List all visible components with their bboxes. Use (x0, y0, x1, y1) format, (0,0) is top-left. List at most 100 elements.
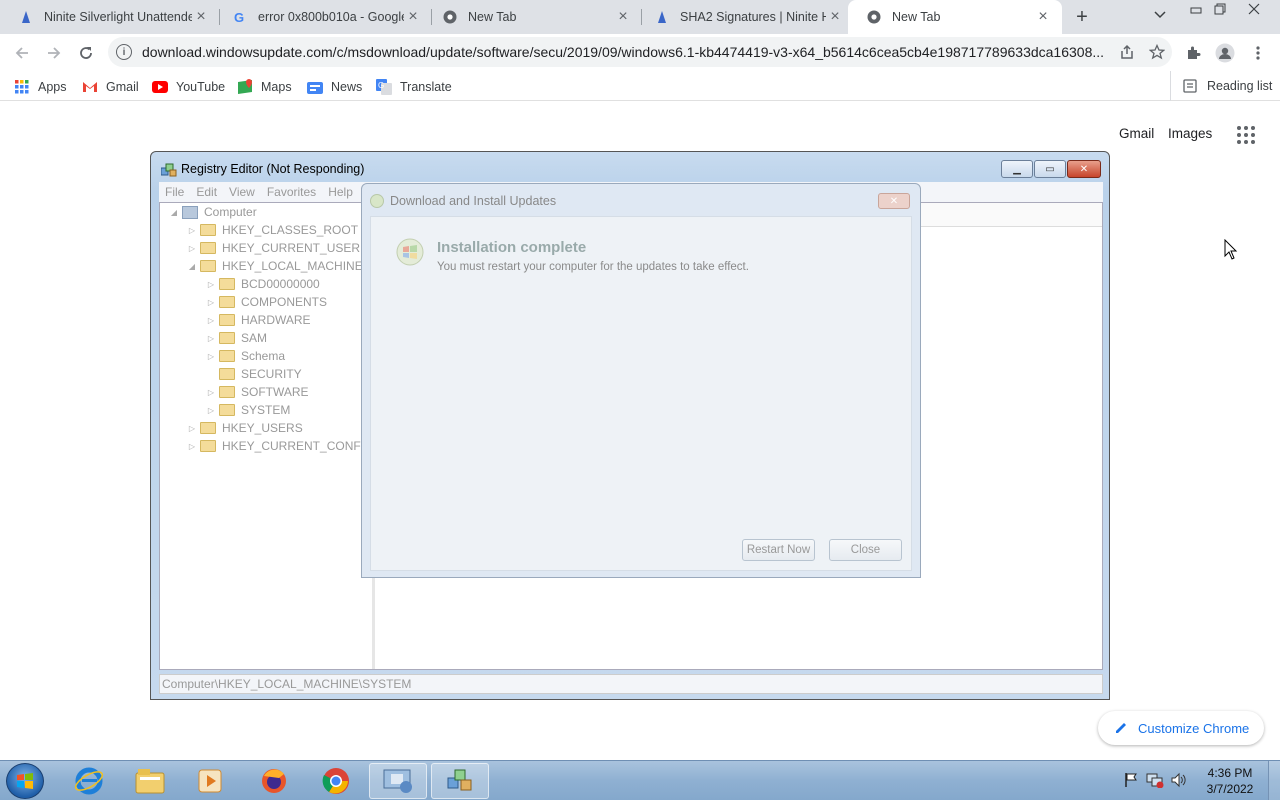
tree-node-bcd[interactable]: ▷ BCD00000000 (205, 275, 320, 293)
tree-node-computer[interactable]: ◢ Computer (168, 203, 257, 221)
images-link[interactable]: Images (1168, 126, 1212, 141)
folder-icon (219, 386, 235, 398)
restore-icon[interactable] (1206, 0, 1234, 18)
browser-toolbar: i download.windowsupdate.com/c/msdownloa… (0, 34, 1280, 71)
minimize-icon[interactable]: ▁ (1001, 160, 1033, 178)
install-updates-dialog[interactable]: Download and Install Updates ✕ Installat… (361, 183, 921, 578)
media-player-icon[interactable] (181, 763, 239, 799)
tree-node-hardware[interactable]: ▷ HARDWARE (205, 311, 311, 329)
registry-tree[interactable]: ◢ Computer ▷ HKEY_CLASSES_ROOT ▷ HKEY_CURRE… (160, 203, 375, 669)
menu-help[interactable]: Help (322, 185, 359, 199)
bookmark-apps[interactable]: Apps (14, 76, 67, 98)
gmail-link[interactable]: Gmail (1119, 126, 1154, 141)
bookmark-label: News (331, 80, 363, 94)
tree-node-hklm[interactable]: ◢ HKEY_LOCAL_MACHINE (186, 257, 363, 275)
tree-node-components[interactable]: ▷ COMPONENTS (205, 293, 327, 311)
folder-icon (219, 332, 235, 344)
maximize-icon[interactable]: ▭ (1034, 160, 1066, 178)
volume-icon[interactable] (1169, 769, 1189, 791)
tab-sha2-signatures[interactable]: SHA2 Signatures | Ninite He × (636, 0, 854, 34)
google-icon: G (232, 9, 248, 25)
show-desktop-button[interactable] (1268, 761, 1280, 800)
network-icon[interactable] (1145, 769, 1165, 791)
registry-status-bar: Computer\HKEY_LOCAL_MACHINE\SYSTEM (159, 674, 1103, 694)
bookmark-translate[interactable]: G Translate (376, 76, 452, 98)
bookmark-label: YouTube (176, 80, 226, 94)
tree-node-hku[interactable]: ▷ HKEY_USERS (186, 419, 303, 437)
close-icon[interactable]: ✕ (878, 193, 910, 209)
forward-icon[interactable] (41, 40, 67, 66)
tab-search-icon[interactable] (1150, 8, 1170, 26)
svg-text:G: G (378, 81, 384, 90)
menu-favorites[interactable]: Favorites (261, 185, 322, 199)
tree-node-hkcr[interactable]: ▷ HKEY_CLASSES_ROOT (186, 221, 358, 239)
tab-title: New Tab (468, 10, 517, 24)
folder-icon (219, 278, 235, 290)
internet-explorer-icon[interactable] (60, 763, 118, 799)
registry-editor-taskbar-icon[interactable] (431, 763, 489, 799)
extensions-icon[interactable] (1180, 40, 1206, 66)
close-tab-icon[interactable]: × (614, 8, 632, 26)
folder-icon (200, 224, 216, 236)
start-button[interactable] (6, 763, 44, 799)
tree-node-system[interactable]: ▷ SYSTEM (205, 401, 290, 419)
action-center-flag-icon[interactable] (1121, 769, 1141, 791)
bookmarks-bar: Apps Gmail YouTube Maps News G Translate… (0, 71, 1280, 101)
reading-list[interactable]: Reading list (1170, 71, 1272, 101)
close-window-icon[interactable] (1240, 0, 1268, 18)
restart-now-button[interactable]: Restart Now (742, 539, 815, 561)
menu-icon[interactable] (1245, 40, 1271, 66)
close-tab-icon[interactable]: × (826, 8, 844, 26)
close-tab-icon[interactable]: × (1034, 8, 1052, 26)
google-apps-icon[interactable] (1237, 126, 1255, 144)
tab-title: error 0x800b010a - Google S (258, 10, 404, 24)
close-button[interactable]: Close (829, 539, 902, 561)
chrome-taskbar-icon[interactable] (307, 763, 365, 799)
tab-strip: Ninite Silverlight Unattended × G error … (0, 0, 1280, 34)
share-icon[interactable] (1112, 40, 1142, 64)
tree-node-software[interactable]: ▷ SOFTWARE (205, 383, 309, 401)
dialog-content: Installation complete You must restart y… (370, 216, 912, 571)
registry-editor-title: Registry Editor (Not Responding) (181, 162, 365, 176)
tree-node-sam[interactable]: ▷ SAM (205, 329, 267, 347)
chrome-icon (866, 9, 882, 25)
profile-icon[interactable] (1212, 40, 1238, 66)
customize-chrome-button[interactable]: Customize Chrome (1098, 711, 1264, 745)
reload-icon[interactable] (73, 40, 99, 66)
bookmark-gmail[interactable]: Gmail (82, 76, 139, 98)
windows-update-taskbar-icon[interactable] (369, 763, 427, 799)
site-info-icon[interactable]: i (116, 44, 132, 60)
address-bar[interactable]: i download.windowsupdate.com/c/msdownloa… (108, 37, 1172, 67)
tab-title: SHA2 Signatures | Ninite He (680, 10, 826, 24)
tree-node-security[interactable]: SECURITY (205, 365, 302, 383)
menu-view[interactable]: View (223, 185, 261, 199)
bookmark-label: Maps (261, 80, 292, 94)
menu-file[interactable]: File (159, 185, 190, 199)
tab-new-tab[interactable]: New Tab × (424, 0, 642, 34)
bookmark-youtube[interactable]: YouTube (152, 76, 225, 98)
tab-ninite-silverlight[interactable]: Ninite Silverlight Unattended × (0, 0, 220, 34)
url-text[interactable]: download.windowsupdate.com/c/msdownload/… (142, 44, 1112, 60)
taskbar: 4:36 PM 3/7/2022 (0, 760, 1280, 800)
file-explorer-icon[interactable] (121, 763, 179, 799)
firefox-icon[interactable] (245, 763, 303, 799)
translate-icon: G (376, 79, 392, 95)
menu-edit[interactable]: Edit (190, 185, 223, 199)
taskbar-clock[interactable]: 4:36 PM 3/7/2022 (1198, 765, 1262, 797)
close-tab-icon[interactable]: × (192, 8, 210, 26)
tab-error-search[interactable]: G error 0x800b010a - Google S × (214, 0, 432, 34)
bookmark-maps[interactable]: Maps (237, 76, 292, 98)
tree-node-schema[interactable]: ▷ Schema (205, 347, 285, 365)
bookmark-news[interactable]: News (307, 76, 362, 98)
new-tab-button[interactable]: + (1070, 6, 1094, 28)
close-icon[interactable]: ✕ (1067, 160, 1101, 178)
ninite-icon (18, 9, 34, 25)
bookmark-star-icon[interactable] (1142, 40, 1172, 64)
windows-update-icon (396, 238, 424, 266)
pencil-icon (1114, 721, 1128, 735)
back-icon[interactable] (9, 40, 35, 66)
tree-node-hkcu[interactable]: ▷ HKEY_CURRENT_USER (186, 239, 360, 257)
tab-new-tab-active[interactable]: New Tab × (848, 0, 1062, 34)
close-tab-icon[interactable]: × (404, 8, 422, 26)
tree-node-hkcc[interactable]: ▷ HKEY_CURRENT_CONFIG (186, 437, 373, 455)
